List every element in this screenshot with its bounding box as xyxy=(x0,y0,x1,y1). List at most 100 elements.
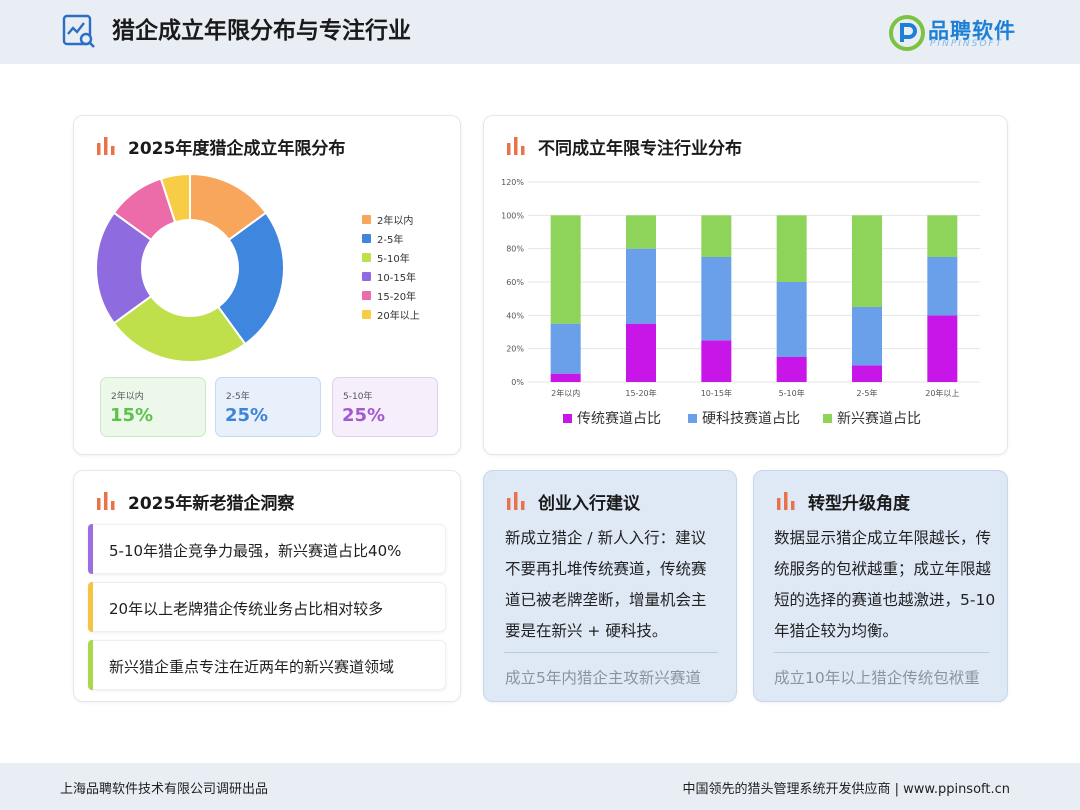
stat-label: 2-5年 xyxy=(226,392,250,402)
bar-chart-icon xyxy=(507,492,525,510)
legend-swatch xyxy=(563,414,572,423)
donut-chart xyxy=(95,172,285,363)
chart-analysis-icon xyxy=(62,14,95,48)
legend-swatch xyxy=(823,414,832,423)
stat-value: 15% xyxy=(110,405,154,426)
legend-item: 新兴赛道占比 xyxy=(823,411,921,427)
bar-segment-2 xyxy=(852,307,882,366)
footer-tagline: 中国领先的猎头管理系统开发供应商 | www.ppinsoft.cn xyxy=(682,782,1010,797)
bar-segment-3 xyxy=(550,215,581,324)
legend-label: 硬科技赛道占比 xyxy=(702,411,800,427)
legend-item: 5-10年 xyxy=(362,248,420,267)
advice-divider xyxy=(504,652,718,653)
transform-card-title: 转型升级角度 xyxy=(808,494,910,514)
stat-label: 2年以内 xyxy=(111,392,144,402)
donut-card-title: 2025年度猎企成立年限分布 xyxy=(128,139,346,159)
legend-item: 硬科技赛道占比 xyxy=(688,411,800,427)
donut-legend: 2年以内 2-5年 5-10年 10-15年 15-20年 20年以上 xyxy=(362,210,420,324)
stat-value: 25% xyxy=(225,405,269,426)
legend-item: 15-20年 xyxy=(362,286,420,305)
legend-swatch xyxy=(362,272,371,281)
legend-label: 2-5年 xyxy=(377,235,404,246)
legend-item: 2年以内 xyxy=(362,210,420,229)
insight-accent-bar xyxy=(88,640,93,690)
bar-segment-1 xyxy=(776,357,807,382)
legend-label: 20年以上 xyxy=(377,311,420,322)
legend-label: 5-10年 xyxy=(377,254,410,265)
y-tick-label: 20% xyxy=(506,345,524,354)
legend-swatch xyxy=(362,215,371,224)
bar-segment-1 xyxy=(852,365,882,382)
x-tick-label: 15-20年 xyxy=(625,388,656,398)
advice-card: 创业入行建议 新成立猎企 / 新人入行：建议不要再扎堆传统赛道，传统赛道已被老牌… xyxy=(483,470,737,702)
y-tick-label: 0% xyxy=(511,378,524,387)
y-tick-label: 120% xyxy=(501,178,524,187)
legend-label: 15-20年 xyxy=(377,292,417,303)
legend-item: 10-15年 xyxy=(362,267,420,286)
transform-card: 转型升级角度 数据显示猎企成立年限越长，传统服务的包袱越重；成立年限越短的选择的… xyxy=(753,470,1008,702)
insight-accent-bar xyxy=(88,524,93,574)
insight-text: 新兴猎企重点专注在近两年的新兴赛道领域 xyxy=(109,658,395,676)
bar-segment-1 xyxy=(626,323,656,382)
advice-card-title: 创业入行建议 xyxy=(538,494,640,514)
page-footer: 上海品聘软件技术有限公司调研出品 中国领先的猎头管理系统开发供应商 | www.… xyxy=(0,763,1080,810)
bar-segment-2 xyxy=(701,257,732,341)
legend-swatch xyxy=(362,310,371,319)
legend-swatch xyxy=(362,253,371,262)
advice-body: 新成立猎企 / 新人入行：建议不要再扎堆传统赛道，传统赛道已被老牌垄断，增量机会… xyxy=(505,529,707,640)
logo-subtext: PINPINSOFT xyxy=(930,39,1004,49)
insight-item: 5-10年猎企竞争力最强，新兴赛道占比40% xyxy=(88,524,446,574)
page-title: 猎企成立年限分布与专注行业 xyxy=(112,18,411,44)
x-tick-label: 2年以内 xyxy=(551,388,580,398)
legend-label: 新兴赛道占比 xyxy=(837,411,921,427)
transform-body: 数据显示猎企成立年限越长，传统服务的包袱越重；成立年限越短的选择的赛道也越激进，… xyxy=(774,529,996,640)
transform-footer: 成立10年以上猎企传统包袱重 xyxy=(774,669,980,687)
logo-mark-icon xyxy=(889,15,925,51)
legend-item: 2-5年 xyxy=(362,229,420,248)
advice-footer: 成立5年内猎企主攻新兴赛道 xyxy=(505,669,701,687)
bar-segment-3 xyxy=(701,215,732,257)
legend-swatch xyxy=(688,414,697,423)
y-tick-label: 60% xyxy=(506,278,524,287)
bar-segment-3 xyxy=(776,215,807,282)
bar-chart-icon xyxy=(777,492,795,510)
stat-label: 5-10年 xyxy=(343,392,373,402)
x-tick-label: 5-10年 xyxy=(779,388,805,398)
bar-chart-icon xyxy=(507,137,525,155)
bar-segment-2 xyxy=(776,282,807,357)
legend-item: 传统赛道占比 xyxy=(563,411,661,427)
bar-segment-2 xyxy=(626,248,656,324)
insight-accent-bar xyxy=(88,582,93,632)
insight-text: 20年以上老牌猎企传统业务占比相对较多 xyxy=(109,600,384,618)
stacked-bar-chart: 0% 20% 40% 60% 80% 100% 120% 2年以内 15-20年 10-15年 5-… xyxy=(501,178,980,427)
brand-logo: 品聘软件 PINPINSOFT xyxy=(888,14,1028,52)
page-header: 猎企成立年限分布与专注行业 品聘软件 PINPINSOFT xyxy=(0,0,1080,64)
y-tick-label: 40% xyxy=(506,311,524,320)
stat-box: 2-5年 25% xyxy=(215,377,321,437)
legend-swatch xyxy=(362,234,371,243)
insight-text: 5-10年猎企竞争力最强，新兴赛道占比40% xyxy=(109,542,402,560)
stat-value: 25% xyxy=(342,405,386,426)
bar-segment-1 xyxy=(927,315,958,382)
bar-card-title: 不同成立年限专注行业分布 xyxy=(538,139,742,159)
insight-item: 新兴猎企重点专注在近两年的新兴赛道领域 xyxy=(88,640,446,690)
bar-segment-1 xyxy=(550,373,581,382)
transform-divider xyxy=(774,652,989,653)
bar-segment-1 xyxy=(701,340,732,382)
bar-segment-2 xyxy=(927,257,958,316)
stat-box: 5-10年 25% xyxy=(332,377,438,437)
stat-box: 2年以内 15% xyxy=(100,377,206,437)
insights-card-title: 2025年新老猎企洞察 xyxy=(128,494,295,514)
legend-label: 传统赛道占比 xyxy=(577,411,661,427)
y-tick-label: 100% xyxy=(501,211,524,220)
insight-item: 20年以上老牌猎企传统业务占比相对较多 xyxy=(88,582,446,632)
bar-segment-3 xyxy=(852,215,882,307)
x-tick-label: 2-5年 xyxy=(856,388,877,398)
legend-label: 10-15年 xyxy=(377,273,417,284)
bar-chart-icon xyxy=(97,492,115,510)
bar-segment-3 xyxy=(626,215,656,249)
bar-segment-2 xyxy=(550,323,581,374)
y-tick-label: 80% xyxy=(506,245,524,254)
x-tick-label: 10-15年 xyxy=(701,388,732,398)
x-tick-label: 20年以上 xyxy=(925,388,959,398)
